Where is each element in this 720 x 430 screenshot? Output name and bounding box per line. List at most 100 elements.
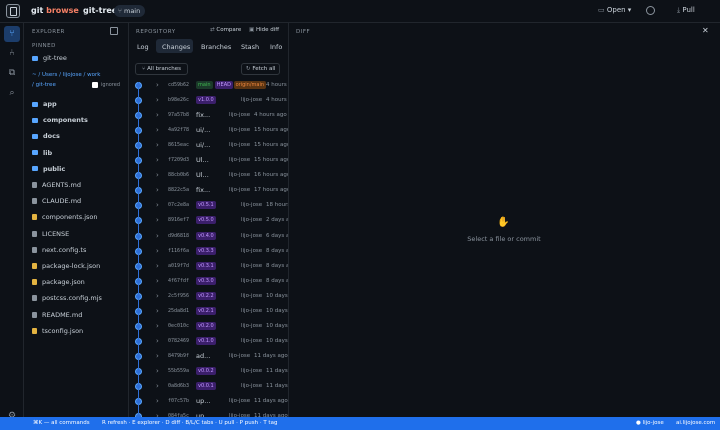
file-item[interactable]: next.config.ts	[32, 244, 86, 256]
toggle-sidebar-icon[interactable]	[110, 27, 118, 35]
chevron-right-icon[interactable]: ›	[156, 352, 159, 360]
breadcrumb-current[interactable]: / git-tree	[32, 82, 56, 88]
commit-row[interactable]: › 55b559a v0.0.2 lijo-jose11 days a	[129, 364, 288, 379]
commit-hash: 8822c5a	[168, 187, 190, 194]
file-item[interactable]: AGENTS.md	[32, 179, 81, 191]
chevron-right-icon[interactable]: ›	[156, 337, 159, 345]
commit-row[interactable]: › 0ec010c v0.2.0 lijo-jose10 days a	[129, 319, 288, 334]
branch-badge[interactable]: ⑂ main	[114, 5, 146, 17]
chevron-right-icon[interactable]: ›	[156, 292, 159, 300]
file-item[interactable]: postcss.config.mjs	[32, 292, 102, 304]
fetch-all-button[interactable]: ↻ Fetch all	[241, 63, 281, 75]
commit-time: 11 days ago	[254, 352, 288, 359]
chevron-right-icon[interactable]: ›	[156, 277, 159, 285]
chevron-right-icon[interactable]: ›	[156, 307, 159, 315]
file-label: README.md	[42, 310, 83, 319]
hide-diff-button[interactable]: ▣ Hide diff	[249, 27, 279, 33]
open-button[interactable]: ▭ Open ▾	[598, 6, 631, 14]
repo-name[interactable]: git-tree	[83, 6, 117, 15]
commit-hash: 0ec010c	[168, 322, 190, 329]
folder-item[interactable]: components	[32, 114, 88, 126]
file-item[interactable]: CLAUDE.md	[32, 195, 81, 207]
commit-time: 8 days a	[266, 247, 289, 254]
commit-author: lijo-jose	[241, 202, 263, 209]
commit-row[interactable]: › 8479b9f ad... lijo-jose 11 days ago	[129, 349, 288, 364]
chevron-right-icon[interactable]: ›	[156, 156, 159, 164]
folder-item[interactable]: app	[32, 98, 57, 110]
commit-row[interactable]: › 4a92f78 ui/... lijo-jose 15 hours ago	[129, 123, 288, 138]
tab-branches[interactable]: Branches	[201, 43, 231, 51]
chevron-right-icon[interactable]: ›	[156, 382, 159, 390]
pull-button[interactable]: ⤓ Pull	[677, 6, 695, 15]
chevron-right-icon[interactable]: ›	[156, 111, 159, 119]
github-link[interactable]: ● lijo-jose	[636, 420, 664, 426]
commit-row[interactable]: › d9d6818 v0.4.0 lijo-jose 6 days a	[129, 229, 288, 244]
tab-stash[interactable]: Stash	[241, 43, 259, 51]
commit-row[interactable]: › 8822c5a fix... lijo-jose 17 hours ago	[129, 183, 288, 198]
tab-info[interactable]: Info	[270, 43, 282, 51]
chevron-right-icon[interactable]: ›	[156, 81, 159, 89]
ignored-checkbox[interactable]	[92, 82, 98, 88]
commit-author: lijo-jose	[241, 217, 263, 224]
chevron-right-icon[interactable]: ›	[156, 141, 159, 149]
commit-row[interactable]: › f116f6a v0.3.3 lijo-jose 8 days a	[129, 244, 289, 259]
folder-item[interactable]: lib	[32, 147, 52, 159]
commit-row[interactable]: › f07c57b up... lijo-jose 11 days ago	[129, 394, 288, 409]
commit-row[interactable]: › 88cb0b6 Ul... lijo-jose 16 hours ago	[129, 168, 288, 183]
pinned-item[interactable]: git-tree	[32, 52, 67, 64]
folder-item[interactable]: docs	[32, 130, 60, 142]
chevron-right-icon[interactable]: ›	[156, 322, 159, 330]
shortcuts-hint: R refresh · E explorer · D diff · B/L/C …	[102, 420, 278, 426]
commit-hash: f7209d3	[168, 157, 190, 164]
file-item[interactable]: components.json	[32, 211, 98, 223]
chevron-right-icon[interactable]: ›	[156, 171, 159, 179]
commit-row[interactable]: › 25da8d1 v0.2.1 lijo-jose10 days a	[129, 304, 288, 319]
branch-filter-select[interactable]: ⑂ All branches	[135, 63, 188, 75]
commit-time: 15 hours ago	[254, 142, 289, 149]
commit-row[interactable]: › a019f7d v0.3.1 lijo-jose 8 days a	[129, 259, 288, 274]
commit-author: lijo-jose	[229, 142, 251, 149]
commit-row[interactable]: › 2c5f956 v0.2.2 lijo-jose10 days a	[129, 289, 288, 304]
file-item[interactable]: README.md	[32, 309, 82, 321]
commit-row[interactable]: › f7209d3 Ul... lijo-jose 15 hours ago	[129, 153, 288, 168]
file-label: AGENTS.md	[42, 181, 81, 189]
compare-button[interactable]: ⇄ Compare	[210, 27, 241, 33]
ref-tag: v0.5.1	[196, 201, 216, 210]
chevron-right-icon[interactable]: ›	[156, 232, 159, 240]
commit-row[interactable]: › 0782469 v0.1.0 lijo-jose10 days a	[129, 334, 288, 349]
folder-item[interactable]: public	[32, 163, 65, 175]
chevron-right-icon[interactable]: ›	[156, 367, 159, 375]
site-link[interactable]: ai.lijojose.com	[676, 420, 715, 426]
commit-row[interactable]: › 4f67fdf v0.3.0 lijo-jose 8 days a	[129, 274, 288, 289]
commit-row[interactable]: › 084fa5c up... lijo-jose 11 days ago	[129, 409, 288, 417]
file-item[interactable]: LICENSE	[32, 228, 69, 240]
chevron-right-icon[interactable]: ›	[156, 186, 159, 194]
chevron-right-icon[interactable]: ›	[156, 126, 159, 134]
info-icon[interactable]	[646, 6, 655, 15]
git-graph-icon[interactable]: ⑂	[4, 26, 20, 42]
commit-row[interactable]: › 07c2e8a v0.5.1 lijo-jose18 hours a	[129, 198, 288, 213]
chevron-right-icon[interactable]: ›	[156, 96, 159, 104]
stash-icon[interactable]: ⧉	[4, 65, 20, 81]
commit-row[interactable]: › cd59b62 mainHEADorigin/main4 hours a	[129, 78, 288, 93]
chevron-right-icon[interactable]: ›	[156, 397, 159, 405]
chevron-right-icon[interactable]: ›	[156, 201, 159, 209]
branch-icon[interactable]: ⑃	[4, 45, 20, 61]
commit-row[interactable]: › b98e26c v1.0.0 lijo-jose4 hours a	[129, 93, 288, 108]
commit-row[interactable]: › 0a8d6b3 v0.0.1 lijo-jose11 days a	[129, 379, 288, 394]
commit-row[interactable]: › 8615eac ui/... lijo-jose 15 hours ago	[129, 138, 289, 153]
commit-row[interactable]: › 97a57b8 fix... lijo-jose 4 hours ago	[129, 108, 288, 123]
chevron-right-icon[interactable]: ›	[156, 216, 159, 224]
chevron-right-icon[interactable]: ›	[156, 262, 159, 270]
breadcrumb[interactable]: ~ / Users / lijojose / work	[32, 72, 100, 78]
file-item[interactable]: tsconfig.json	[32, 325, 83, 337]
chevron-right-icon[interactable]: ›	[156, 247, 159, 255]
tab-changes[interactable]: Changes	[162, 43, 190, 51]
tab-log[interactable]: Log	[137, 43, 149, 51]
file-item[interactable]: package-lock.json	[32, 260, 100, 272]
search-icon[interactable]: ⌕	[4, 85, 20, 101]
close-icon[interactable]: ✕	[702, 26, 709, 35]
commit-row[interactable]: › 8916ef7 v0.5.0 lijo-jose 2 days a	[129, 213, 288, 228]
file-item[interactable]: package.json	[32, 276, 85, 288]
command-palette-hint[interactable]: ⌘K — all commands	[33, 420, 90, 426]
